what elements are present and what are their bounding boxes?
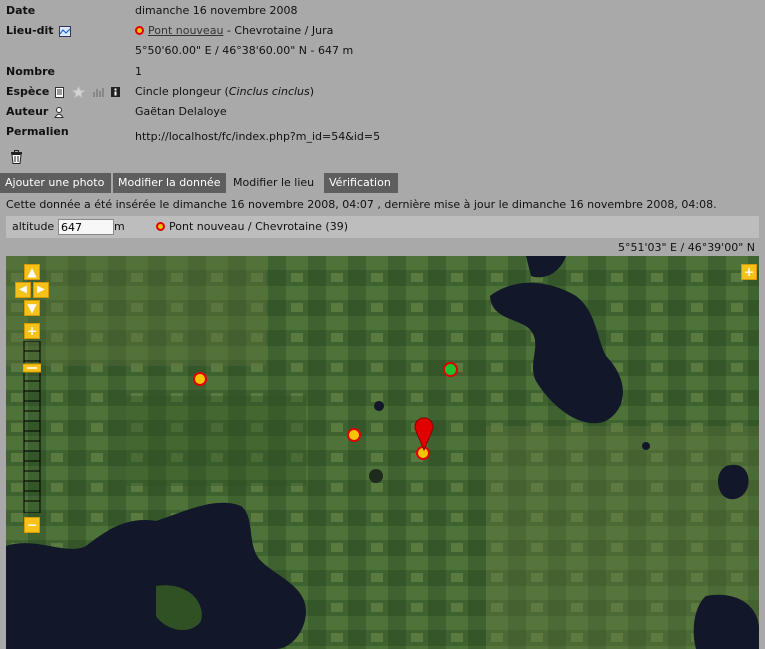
place-region: - Chevrotaine / Jura — [223, 24, 334, 37]
observation-marker[interactable] — [347, 428, 361, 442]
permalien-label: Permalien — [6, 125, 69, 138]
observation-marker-green[interactable] — [443, 362, 458, 377]
altitude-unit: m — [114, 220, 125, 233]
pan-up-button[interactable]: ▲ — [24, 264, 40, 280]
zoom-in-button[interactable]: + — [24, 323, 40, 339]
observation-marker[interactable] — [193, 372, 207, 386]
tab-ajouter-photo[interactable]: Ajouter une photo — [0, 173, 112, 193]
insert-info-text: Cette donnée a été insérée le dimanche 1… — [6, 198, 717, 211]
lieudit-label-text: Lieu-dit — [6, 24, 54, 37]
lieudit-coords: 5°50'60.00" E / 46°38'60.00" N - 647 m — [135, 44, 354, 57]
map-terrain — [6, 256, 759, 649]
zoom-out-button[interactable]: − — [24, 517, 40, 533]
trash-icon[interactable] — [10, 150, 23, 164]
date-row: Date dimanche 16 novembre 2008 — [0, 4, 765, 22]
nombre-value: 1 — [135, 65, 142, 78]
espece-row: Espèce Cincle plongeur (Cinclus cinclus) — [0, 85, 765, 103]
chart-icon[interactable] — [92, 87, 104, 97]
location-marker-icon — [156, 222, 165, 231]
tab-verification[interactable]: Vérification — [324, 173, 399, 193]
permalien-row: Permalien http://localhost/fc/index.php?… — [0, 125, 765, 143]
espece-label-text: Espèce — [6, 85, 50, 98]
location-marker-icon — [135, 26, 144, 35]
altitude-input[interactable] — [58, 219, 114, 235]
place-link[interactable]: Pont nouveau — [148, 24, 223, 37]
date-value: dimanche 16 novembre 2008 — [135, 4, 298, 17]
lieudit-row: Lieu-dit Pont nouveau - Chevrotaine / Ju… — [0, 24, 765, 42]
pan-left-button[interactable]: ◀ — [15, 282, 31, 298]
pan-right-button[interactable]: ▶ — [33, 282, 49, 298]
auteur-row: Auteur Gaëtan Delaloye — [0, 105, 765, 123]
nombre-label: Nombre — [6, 65, 55, 78]
auteur-value: Gaëtan Delaloye — [135, 105, 227, 118]
espece-common: Cincle plongeur ( — [135, 85, 229, 98]
layer-switcher-button[interactable]: + — [741, 264, 757, 280]
auteur-label: Auteur — [6, 105, 65, 118]
satellite-map[interactable]: ▲ ◀ ▶ ▼ + − + — [6, 256, 759, 649]
coords-row: 5°50'60.00" E / 46°38'60.00" N - 647 m — [0, 44, 765, 62]
map-coordinates: 5°51'03" E / 46°39'00" N — [617, 241, 755, 254]
zoom-slider[interactable] — [23, 341, 41, 513]
star-icon[interactable] — [72, 86, 86, 98]
espece-close: ) — [309, 85, 315, 98]
nombre-row: Nombre 1 — [0, 65, 765, 83]
location-place: Pont nouveau / Chevrotaine (39) — [156, 220, 348, 233]
auteur-label-text: Auteur — [6, 105, 49, 118]
espece-latin: Cinclus cinclus — [228, 85, 310, 98]
location-pin-icon[interactable] — [414, 413, 434, 451]
pan-down-button[interactable]: ▼ — [24, 300, 40, 316]
permalien-value[interactable]: http://localhost/fc/index.php?m_id=54&id… — [135, 130, 380, 143]
location-place-text: Pont nouveau / Chevrotaine (39) — [169, 220, 348, 233]
doc-icon[interactable] — [55, 86, 65, 98]
tab-modifier-lieu[interactable]: Modifier le lieu — [228, 173, 323, 193]
info-icon[interactable] — [110, 87, 120, 97]
espece-value: Cincle plongeur (Cinclus cinclus) — [135, 85, 314, 98]
tab-modifier-donnee[interactable]: Modifier la donnée — [113, 173, 227, 193]
date-label: Date — [6, 4, 36, 17]
altitude-label: altitude — [12, 220, 55, 233]
location-bar: altitude m Pont nouveau / Chevrotaine (3… — [6, 216, 759, 238]
lieudit-label: Lieu-dit — [6, 24, 72, 37]
espece-label: Espèce — [6, 85, 120, 98]
user-icon[interactable] — [54, 106, 65, 118]
lieudit-value: Pont nouveau - Chevrotaine / Jura — [135, 24, 333, 37]
map-icon[interactable] — [59, 25, 72, 37]
